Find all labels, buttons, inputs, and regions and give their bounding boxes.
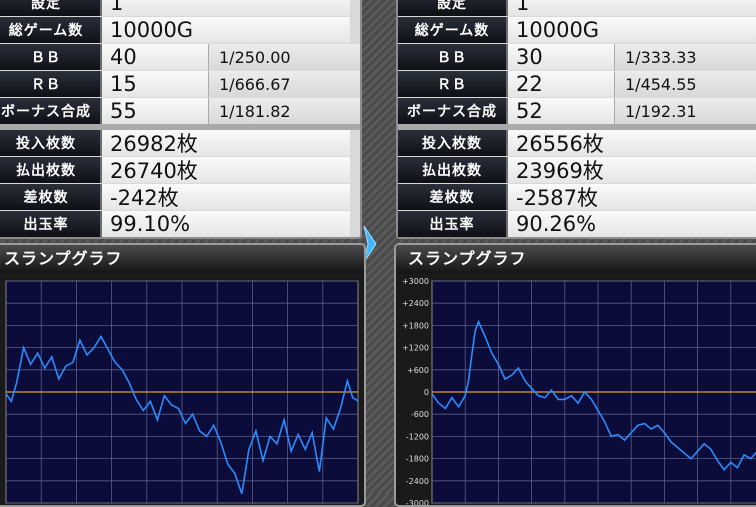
stat-label: 差枚数 [398,184,508,210]
stat-row-rate: 出玉率 99.10% [0,211,360,237]
stat-label: 総ゲーム数 [0,17,102,43]
stat-row-rb: ＲＢ 22 1/454.55 [398,71,756,97]
stat-label: 払出枚数 [398,157,508,183]
y-tick-label: -2400 [406,477,429,486]
graph-title: スランプグラフ [0,245,364,273]
stat-label: 設定 [398,0,508,16]
stat-value: 22 [508,71,614,97]
stat-label: ＢＢ [0,44,102,70]
y-tick-label: +1800 [402,321,429,330]
stat-row-in: 投入枚数 26982枚 [0,130,360,156]
stat-probability: 1/333.33 [614,44,756,70]
stat-row-setting: 設定 1 [0,0,360,16]
slump-graph-left: スランプグラフ [0,243,366,507]
y-tick-label: -3000 [406,499,429,505]
stat-value: 26556枚 [508,130,756,156]
y-tick-label: -600 [411,410,429,419]
stat-row-diff: 差枚数 -2587枚 [398,184,756,210]
stat-row-bb: ＢＢ 30 1/333.33 [398,44,756,70]
stats-table-right: 設定 1 総ゲーム数 10000G ＢＢ 30 1/333.33 ＲＢ 22 1… [396,0,756,239]
y-tick-label: -1200 [406,432,429,441]
machine-panel-left: 設定 1 総ゲーム数 10000G ＢＢ 40 1/250.00 ＲＢ 15 1… [0,0,362,239]
stat-label: 総ゲーム数 [398,17,508,43]
y-tick-label: 0 [424,388,429,397]
graph-title: スランプグラフ [396,245,756,273]
y-tick-label: +600 [407,366,429,375]
y-tick-label: +2400 [402,299,429,308]
stat-label: 出玉率 [398,211,508,237]
stat-label: 払出枚数 [0,157,102,183]
stat-value: 26740枚 [102,157,350,183]
stat-row-in: 投入枚数 26556枚 [398,130,756,156]
stat-value: 1 [102,0,350,16]
stat-label: 投入枚数 [0,130,102,156]
stat-value: 52 [508,98,614,124]
y-tick-label: +3000 [402,277,429,286]
stats-table-left: 設定 1 総ゲーム数 10000G ＢＢ 40 1/250.00 ＲＢ 15 1… [0,0,362,239]
stat-row-bonus: ボーナス合成 52 1/192.31 [398,98,756,124]
stat-row-out: 払出枚数 23969枚 [398,157,756,183]
stat-probability: 1/666.67 [208,71,360,97]
stat-row-bb: ＢＢ 40 1/250.00 [0,44,360,70]
stat-row-total-games: 総ゲーム数 10000G [398,17,756,43]
stat-probability: 1/454.55 [614,71,756,97]
stat-value: 99.10% [102,211,350,237]
y-tick-label: +1200 [402,344,429,353]
stat-label: 差枚数 [0,184,102,210]
stat-row-setting: 設定 1 [398,0,756,16]
stat-value: 55 [102,98,208,124]
stat-label: ボーナス合成 [0,98,102,124]
stat-probability: 1/192.31 [614,98,756,124]
stat-row-rb: ＲＢ 15 1/666.67 [0,71,360,97]
stat-value: 10000G [102,17,350,43]
stat-row-rate: 出玉率 90.26% [398,211,756,237]
stat-row-out: 払出枚数 26740枚 [0,157,360,183]
stat-label: ボーナス合成 [398,98,508,124]
stat-value: 10000G [508,17,756,43]
stat-value: 30 [508,44,614,70]
stat-value: 40 [102,44,208,70]
stat-label: 投入枚数 [398,130,508,156]
stat-value: -2587枚 [508,184,756,210]
stat-value: 90.26% [508,211,756,237]
stat-label: ＲＢ [398,71,508,97]
stat-row-total-games: 総ゲーム数 10000G [0,17,360,43]
y-tick-label: -1800 [406,455,429,464]
machine-panel-right: 設定 1 総ゲーム数 10000G ＢＢ 30 1/333.33 ＲＢ 22 1… [396,0,756,239]
stat-label: 出玉率 [0,211,102,237]
slump-graph-plot [5,280,359,504]
slump-graph-plot: +3000 +2400 +1800 +1200 +600 0 -600 -1200 -1800 -… [402,277,756,505]
stat-probability: 1/181.82 [208,98,360,124]
stat-probability: 1/250.00 [208,44,360,70]
stat-value: -242枚 [102,184,350,210]
stat-value: 15 [102,71,208,97]
stat-value: 23969枚 [508,157,756,183]
stat-row-diff: 差枚数 -242枚 [0,184,360,210]
stat-row-bonus: ボーナス合成 55 1/181.82 [0,98,360,124]
stat-label: ＲＢ [0,71,102,97]
slump-graph-right: スランプグラフ +3000 +2400 +1800 +1200 +600 0 -600 -12… [394,243,756,507]
stat-label: 設定 [0,0,102,16]
stat-value: 1 [508,0,756,16]
stat-label: ＢＢ [398,44,508,70]
stat-value: 26982枚 [102,130,350,156]
